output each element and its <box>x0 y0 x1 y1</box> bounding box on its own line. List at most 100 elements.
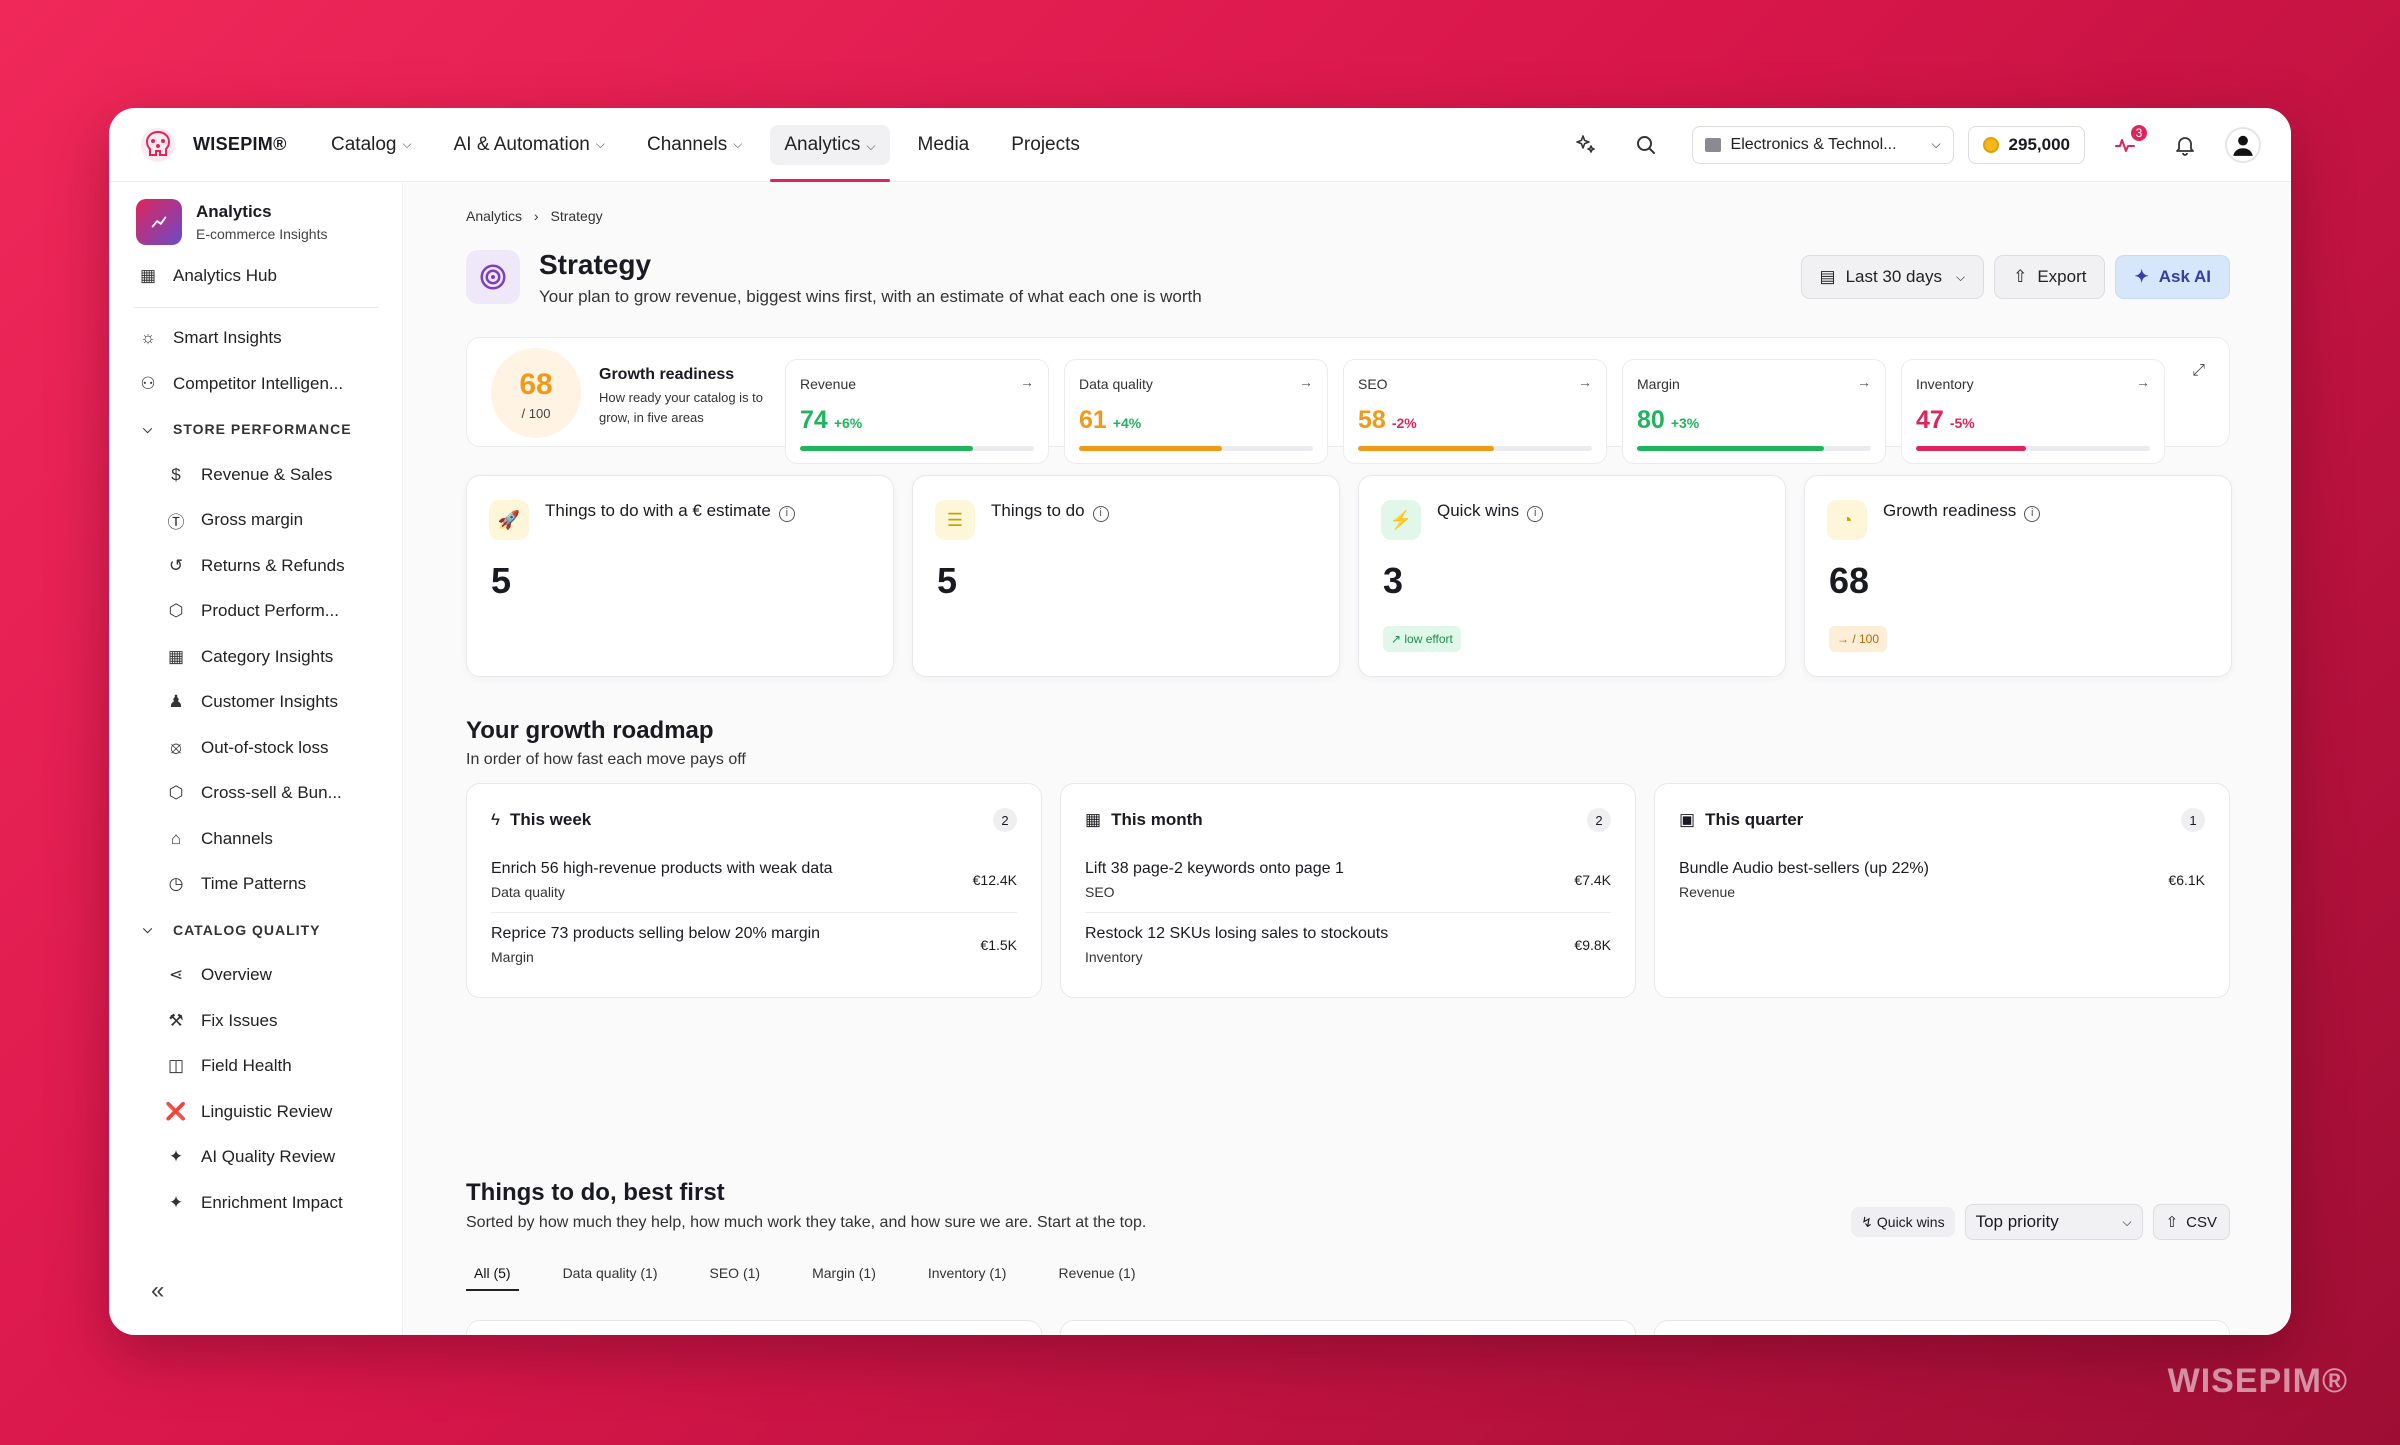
roadmap-column-label: This month <box>1111 810 1203 829</box>
sidebar-item-field-health[interactable]: ◫ Field Health <box>109 1044 402 1090</box>
sidebar-item-gross-margin[interactable]: Ⓣ Gross margin <box>109 498 402 544</box>
logo[interactable]: WISEPIM® <box>137 124 297 166</box>
csv-button[interactable]: ⇧ CSV <box>2152 1204 2230 1240</box>
metric-name: Revenue <box>800 376 857 392</box>
metric-bar-fill <box>800 446 974 451</box>
sidebar-item-label: Analytics Hub <box>173 265 277 285</box>
sidebar-item-analytics-hub[interactable]: ▦ Analytics Hub <box>109 253 402 299</box>
user-icon <box>2233 135 2253 156</box>
sidebar-item-out-of-stock-loss[interactable]: ⦻ Out-of-stock loss <box>109 725 402 771</box>
sidebar-item-channels[interactable]: ⌂ Channels <box>109 816 402 862</box>
info-icon[interactable]: i <box>2024 506 2041 522</box>
todo-tab[interactable]: Inventory (1) <box>920 1265 1015 1291</box>
sidebar-item-overview[interactable]: ⋖ Overview <box>109 953 402 999</box>
search-button[interactable] <box>1626 125 1666 165</box>
sidebar-item-cross-sell[interactable]: ⬡ Cross-sell & Bun... <box>109 771 402 817</box>
quick-wins-toggle[interactable]: ↯ Quick wins <box>1851 1207 1955 1237</box>
sidebar-item-enrichment-impact[interactable]: ✦ Enrichment Impact <box>109 1180 402 1226</box>
sidebar-item-time-patterns[interactable]: ◷ Time Patterns <box>109 862 402 908</box>
todo-tab[interactable]: Margin (1) <box>804 1265 884 1291</box>
sidebar-subtitle: E-commerce Insights <box>196 226 328 242</box>
nav-analytics[interactable]: Analytics ⌵ <box>770 108 890 182</box>
sidebar-item-label: Product Perform... <box>201 601 339 621</box>
metric-card-seo[interactable]: SEO → 58 -2% <box>1343 359 1607 464</box>
sidebar-item-product-performance[interactable]: ⬡ Product Perform... <box>109 589 402 635</box>
calendar-icon: ▤ <box>1819 267 1836 286</box>
flow-icon: ⋖ <box>168 965 184 985</box>
sort-select[interactable]: Top priority ⌵ <box>1964 1204 2143 1240</box>
roadmap-item-category: SEO <box>1085 884 1115 900</box>
nav-catalog[interactable]: Catalog ⌵ <box>317 108 426 182</box>
todo-tab[interactable]: All (5) <box>466 1265 519 1291</box>
store-selector[interactable]: Electronics & Technol... ⌵ <box>1691 125 1954 164</box>
metric-delta: -5% <box>1949 415 1975 431</box>
todo-card[interactable]: ⊕Lift 38 page-2 keywords onto page 1You … <box>1060 1320 1636 1335</box>
user-avatar[interactable] <box>2225 126 2261 163</box>
nav-projects[interactable]: Projects <box>997 108 1094 182</box>
info-icon[interactable]: i <box>1527 506 1544 522</box>
todo-tab[interactable]: Revenue (1) <box>1050 1265 1143 1291</box>
roadmap-item[interactable]: Bundle Audio best-sellers (up 22%) Revenu… <box>1679 856 2205 920</box>
sidebar-item-customer-insights[interactable]: ♟ Customer Insights <box>109 680 402 726</box>
kpi-title: Things to do i <box>991 501 1109 522</box>
kpi-title: Growth readiness i <box>1883 501 2041 522</box>
roadmap-item[interactable]: Enrich 56 high-revenue products with wea… <box>491 856 1017 920</box>
return-icon: ↺ <box>168 555 184 575</box>
store-icon: ⌂ <box>170 828 182 848</box>
chevron-down-icon: ⌵ <box>866 138 876 153</box>
calendar-icon: ▦ <box>1085 810 1102 829</box>
sidebar-item-competitor-intelligence[interactable]: ⚇ Competitor Intelligen... <box>109 361 402 407</box>
todo-card[interactable]: ✦Enrich 56 high-revenue products with we… <box>466 1320 1042 1335</box>
credits-badge[interactable]: 295,000 <box>1967 125 2085 164</box>
roadmap-item-title: Restock 12 SKUs losing sales to stockout… <box>1085 925 1389 942</box>
roadmap-item[interactable]: Restock 12 SKUs losing sales to stockout… <box>1085 921 1611 985</box>
date-range-button[interactable]: ▤ Last 30 days ⌵ <box>1800 255 1985 299</box>
roadmap-item[interactable]: Reprice 73 products selling below 20% ma… <box>491 921 1017 985</box>
metric-card-inventory[interactable]: Inventory → 47 -5% <box>1901 359 2165 464</box>
roadmap-item[interactable]: Lift 38 page-2 keywords onto page 1 SEO €7… <box>1085 856 1611 920</box>
metric-card-margin[interactable]: Margin → 80 +3% <box>1622 359 1886 464</box>
sidebar-item-fix-issues[interactable]: ⚒ Fix Issues <box>109 998 402 1044</box>
roadmap-item-value: €6.1K <box>2168 872 2205 888</box>
ask-ai-button[interactable]: ✦ Ask AI <box>2115 255 2230 299</box>
nav-ai-automation[interactable]: AI & Automation ⌵ <box>440 108 619 182</box>
collapse-sidebar-button[interactable]: « <box>151 1277 164 1305</box>
activity-button[interactable]: 3 <box>2105 122 2149 165</box>
breadcrumb-link[interactable]: Analytics <box>466 208 522 224</box>
sidebar-item-label: Revenue & Sales <box>201 464 333 484</box>
chevron-down-icon: ⌵ <box>1931 137 1941 151</box>
sidebar-item-category-insights[interactable]: ▦ Category Insights <box>109 634 402 680</box>
readiness-score: 68 <box>519 368 553 401</box>
info-icon[interactable]: i <box>1092 506 1109 522</box>
export-button[interactable]: ⇧ Export <box>1994 255 2106 299</box>
sidebar-item-label: Time Patterns <box>201 874 307 894</box>
nav-channels[interactable]: Channels ⌵ <box>633 108 756 182</box>
metric-number: 80 <box>1637 406 1665 434</box>
sidebar-divider <box>133 306 378 308</box>
ai-sparkle-button[interactable] <box>1566 125 1606 165</box>
sidebar-group-store-performance[interactable]: ⌵ STORE PERFORMANCE <box>109 407 402 453</box>
page-actions: ▤ Last 30 days ⌵ ⇧ Export ✦ Ask AI <box>1791 255 2230 299</box>
expand-icon[interactable]: ⤢ <box>2192 362 2205 380</box>
metric-card-data-quality[interactable]: Data quality → 61 +4% <box>1064 359 1328 464</box>
sidebar-item-ai-quality-review[interactable]: ✦ AI Quality Review <box>109 1135 402 1181</box>
metric-card-revenue[interactable]: Revenue → 74 +6% <box>785 359 1049 464</box>
notifications-button[interactable] <box>2165 125 2205 165</box>
gauge-icon: ◔ <box>1827 500 1867 540</box>
brand-name: WISEPIM® <box>193 134 287 154</box>
sidebar-item-label: Field Health <box>201 1056 292 1076</box>
todo-tab[interactable]: Data quality (1) <box>555 1265 666 1291</box>
metric-value: 80 +3% <box>1637 406 1699 435</box>
nav-media[interactable]: Media <box>904 108 984 182</box>
sidebar-item-smart-insights[interactable]: ☼ Smart Insights <box>109 316 402 362</box>
todo-tab[interactable]: SEO (1) <box>702 1265 769 1291</box>
todo-card[interactable]: $Reprice 73 products selling below 20% m… <box>1654 1320 2230 1335</box>
page-title: Strategy <box>539 249 652 280</box>
sidebar-item-returns-refunds[interactable]: ↺ Returns & Refunds <box>109 543 402 589</box>
sidebar-item-linguistic-review[interactable]: ❌ Linguistic Review <box>109 1089 402 1135</box>
growth-readiness-panel: 68 / 100 Growth readiness How ready your… <box>466 337 2230 464</box>
sidebar-item-revenue-sales[interactable]: $ Revenue & Sales <box>109 452 402 498</box>
info-icon[interactable]: i <box>778 506 795 522</box>
users-icon: ♟ <box>168 692 184 712</box>
sidebar-group-catalog-quality[interactable]: ⌵ CATALOG QUALITY <box>109 907 402 953</box>
